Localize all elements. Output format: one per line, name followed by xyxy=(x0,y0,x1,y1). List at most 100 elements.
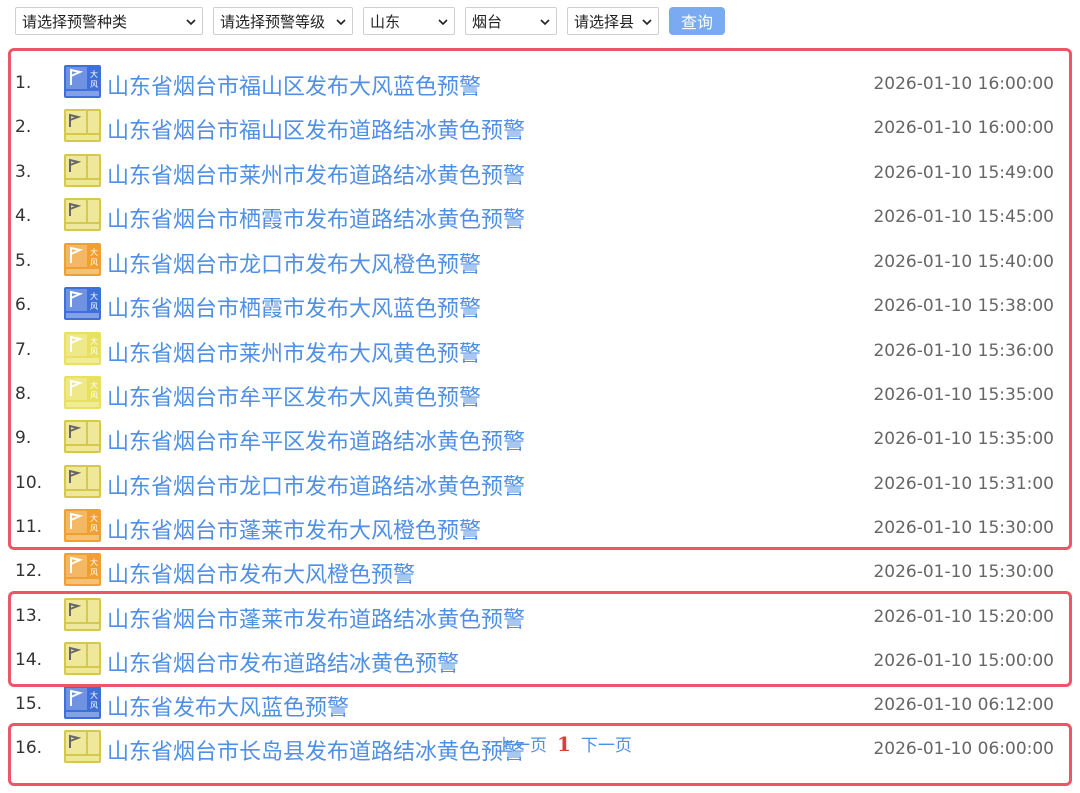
list-item: 13. 山东省烟台市蓬莱市发布道路结冰黄色预警 2026-01-10 15:20:0… xyxy=(0,596,1080,636)
province-select-value: 山东 xyxy=(370,12,401,31)
province-select[interactable]: 山东 xyxy=(363,7,455,35)
alert-title-link[interactable]: 山东省烟台市龙口市发布道路结冰黄色预警 xyxy=(107,469,525,501)
svg-text:风: 风 xyxy=(90,258,98,267)
list-item-number: 11. xyxy=(15,517,43,537)
wind-yellow-icon: 大风 xyxy=(64,376,101,409)
alert-time: 2026-01-10 15:30:00 xyxy=(873,518,1054,538)
list-item: 1. 大风山东省烟台市福山区发布大风蓝色预警 2026-01-10 16:00:00 xyxy=(0,63,1080,103)
alert-time: 2026-01-10 15:35:00 xyxy=(873,385,1054,405)
list-item: 11. 大风山东省烟台市蓬莱市发布大风橙色预警 2026-01-10 15:30:0… xyxy=(0,507,1080,547)
road-icing-yellow-icon xyxy=(64,198,101,231)
alert-title-link[interactable]: 山东省烟台市长岛县发布道路结冰黄色预警 xyxy=(107,734,525,766)
alert-title-link[interactable]: 山东省烟台市栖霞市发布大风蓝色预警 xyxy=(107,291,481,323)
svg-text:大: 大 xyxy=(90,513,98,523)
alert-level-select-value: 请选择预警等级 xyxy=(220,12,326,31)
alert-title-link[interactable]: 山东省发布大风蓝色预警 xyxy=(107,690,349,722)
alert-time: 2026-01-10 16:00:00 xyxy=(873,74,1054,94)
list-item: 6. 大风山东省烟台市栖霞市发布大风蓝色预警 2026-01-10 15:38:00 xyxy=(0,285,1080,325)
alert-title-link[interactable]: 山东省烟台市发布道路结冰黄色预警 xyxy=(107,646,459,678)
alert-time: 2026-01-10 15:35:00 xyxy=(873,429,1054,449)
alert-time: 2026-01-10 15:20:00 xyxy=(873,607,1054,627)
county-select-value: 请选择县 xyxy=(574,12,635,31)
next-page-link[interactable]: 下一页 xyxy=(581,731,632,756)
list-item: 12. 大风山东省烟台市发布大风橙色预警 2026-01-10 15:30:00 xyxy=(0,551,1080,591)
alert-title-link[interactable]: 山东省烟台市栖霞市发布道路结冰黄色预警 xyxy=(107,202,525,234)
alert-time: 2026-01-10 15:30:00 xyxy=(873,562,1054,582)
chevron-down-icon xyxy=(186,19,196,26)
wind-blue-icon: 大风 xyxy=(64,686,101,719)
alert-title-link[interactable]: 山东省烟台市莱州市发布道路结冰黄色预警 xyxy=(107,158,525,190)
alert-title-link[interactable]: 山东省烟台市牟平区发布大风黄色预警 xyxy=(107,380,481,412)
list-item-number: 4. xyxy=(15,206,32,226)
chevron-down-icon xyxy=(438,19,448,26)
svg-text:大: 大 xyxy=(90,336,98,346)
wind-orange-icon: 大风 xyxy=(64,553,101,586)
alert-title-link[interactable]: 山东省烟台市福山区发布道路结冰黄色预警 xyxy=(107,113,525,145)
city-select[interactable]: 烟台 xyxy=(465,7,557,35)
alert-title-link[interactable]: 山东省烟台市牟平区发布道路结冰黄色预警 xyxy=(107,424,525,456)
alert-title-link[interactable]: 山东省烟台市发布大风橙色预警 xyxy=(107,557,415,589)
list-item: 8. 大风山东省烟台市牟平区发布大风黄色预警 2026-01-10 15:35:00 xyxy=(0,374,1080,414)
list-item-number: 6. xyxy=(15,295,32,315)
list-item-number: 13. xyxy=(15,606,43,626)
list-item: 15. 大风山东省发布大风蓝色预警 2026-01-10 06:12:00 xyxy=(0,684,1080,724)
list-item: 5. 大风山东省烟台市龙口市发布大风橙色预警 2026-01-10 15:40:00 xyxy=(0,241,1080,281)
svg-text:风: 风 xyxy=(90,701,98,710)
alert-time: 2026-01-10 16:00:00 xyxy=(873,118,1054,138)
list-item: 14. 山东省烟台市发布道路结冰黄色预警 2026-01-10 15:00:00 xyxy=(0,640,1080,680)
road-icing-yellow-icon xyxy=(64,730,101,763)
road-icing-yellow-icon xyxy=(64,642,101,675)
svg-text:风: 风 xyxy=(90,347,98,356)
alert-time: 2026-01-10 15:40:00 xyxy=(873,252,1054,272)
filter-bar: 请选择预警种类 请选择预警等级 山东 烟台 请选择县 查询 xyxy=(15,6,725,36)
alert-title-link[interactable]: 山东省烟台市蓬莱市发布道路结冰黄色预警 xyxy=(107,602,525,634)
wind-yellow-icon: 大风 xyxy=(64,332,101,365)
chevron-down-icon xyxy=(540,19,550,26)
alert-time: 2026-01-10 15:00:00 xyxy=(873,651,1054,671)
svg-text:风: 风 xyxy=(90,568,98,577)
svg-text:大: 大 xyxy=(90,557,98,567)
alert-title-link[interactable]: 山东省烟台市福山区发布大风蓝色预警 xyxy=(107,69,481,101)
alert-type-select-value: 请选择预警种类 xyxy=(22,12,128,31)
alert-time: 2026-01-10 15:49:00 xyxy=(873,163,1054,183)
pagination: 上一页 1 下一页 xyxy=(496,731,632,756)
city-select-value: 烟台 xyxy=(472,12,503,31)
alert-time: 2026-01-10 15:31:00 xyxy=(873,474,1054,494)
alert-time: 2026-01-10 06:00:00 xyxy=(873,739,1054,759)
alert-type-select[interactable]: 请选择预警种类 xyxy=(15,7,203,35)
alert-title-link[interactable]: 山东省烟台市龙口市发布大风橙色预警 xyxy=(107,247,481,279)
list-item: 10. 山东省烟台市龙口市发布道路结冰黄色预警 2026-01-10 15:31:0… xyxy=(0,463,1080,503)
alert-title-link[interactable]: 山东省烟台市蓬莱市发布大风橙色预警 xyxy=(107,513,481,545)
alert-title-link[interactable]: 山东省烟台市莱州市发布大风黄色预警 xyxy=(107,336,481,368)
list-item-number: 7. xyxy=(15,340,32,360)
county-select[interactable]: 请选择县 xyxy=(567,7,659,35)
wind-blue-icon: 大风 xyxy=(64,287,101,320)
chevron-down-icon xyxy=(336,19,346,26)
list-item: 3. 山东省烟台市莱州市发布道路结冰黄色预警 2026-01-10 15:49:00 xyxy=(0,152,1080,192)
road-icing-yellow-icon xyxy=(64,420,101,453)
wind-orange-icon: 大风 xyxy=(64,509,101,542)
svg-text:风: 风 xyxy=(90,80,98,89)
query-button[interactable]: 查询 xyxy=(669,7,725,35)
list-item-number: 14. xyxy=(15,650,43,670)
road-icing-yellow-icon xyxy=(64,465,101,498)
road-icing-yellow-icon xyxy=(64,598,101,631)
svg-text:大: 大 xyxy=(90,69,98,79)
chevron-down-icon xyxy=(642,19,652,26)
list-item-number: 9. xyxy=(15,428,32,448)
list-item-number: 5. xyxy=(15,251,32,271)
list-item-number: 15. xyxy=(15,694,43,714)
list-item-number: 10. xyxy=(15,473,43,493)
alert-time: 2026-01-10 06:12:00 xyxy=(873,695,1054,715)
svg-text:大: 大 xyxy=(90,291,98,301)
svg-text:大: 大 xyxy=(90,247,98,257)
list-item-number: 3. xyxy=(15,162,32,182)
list-item-number: 2. xyxy=(15,117,32,137)
prev-page-link[interactable]: 上一页 xyxy=(496,731,547,756)
list-item: 2. 山东省烟台市福山区发布道路结冰黄色预警 2026-01-10 16:00:00 xyxy=(0,107,1080,147)
svg-text:大: 大 xyxy=(90,380,98,390)
alert-level-select[interactable]: 请选择预警等级 xyxy=(213,7,353,35)
svg-text:大: 大 xyxy=(90,690,98,700)
wind-blue-icon: 大风 xyxy=(64,65,101,98)
svg-text:风: 风 xyxy=(90,524,98,533)
